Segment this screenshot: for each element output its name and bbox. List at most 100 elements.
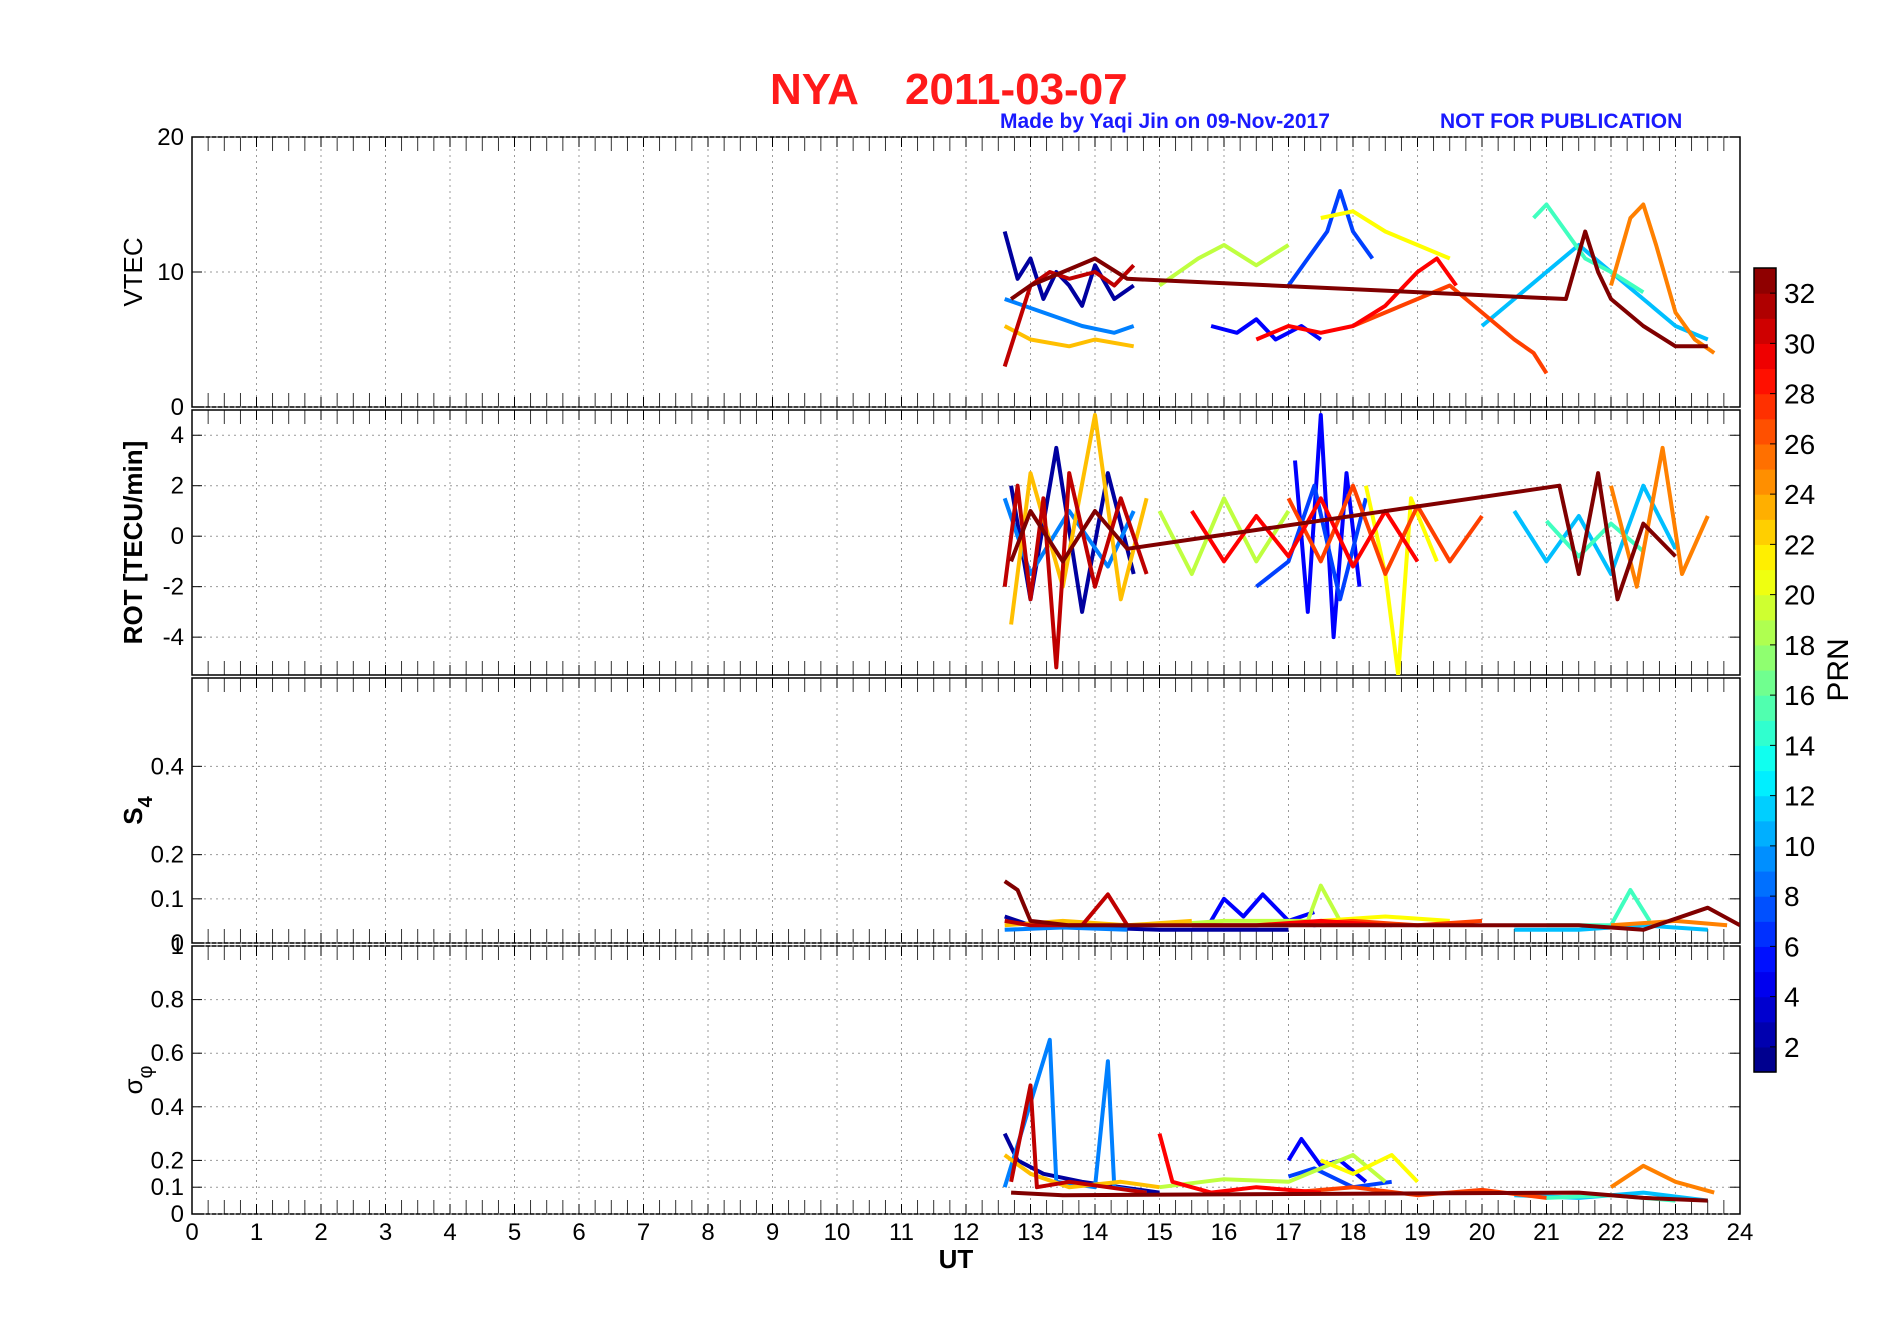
x-tick-label: 14 (1082, 1219, 1109, 1246)
y-tick-label: 0.8 (151, 987, 184, 1014)
colorbar-tick-label: 6 (1784, 931, 1800, 962)
y-tick-label: 4 (171, 422, 184, 449)
colorbar-segment (1754, 820, 1776, 847)
colorbar-tick-label: 8 (1784, 881, 1800, 912)
colorbar-segment (1754, 418, 1776, 445)
x-tick-label: 21 (1533, 1219, 1560, 1246)
colorbar-label: PRN (1822, 638, 1855, 701)
x-tick-label: 23 (1662, 1219, 1689, 1246)
x-tick-label: 20 (1469, 1219, 1496, 1246)
colorbar-tick-label: 10 (1784, 831, 1815, 862)
colorbar-segment (1754, 368, 1776, 395)
colorbar-segment (1754, 494, 1776, 520)
y-axis-label-rot: ROT [TECU/min] (118, 441, 148, 645)
colorbar-segment (1754, 343, 1776, 370)
panel-sigphi: 00.10.20.40.60.81σφ (118, 933, 1741, 1228)
colorbar-segment (1754, 393, 1776, 420)
x-axis-label: UT (939, 1244, 974, 1274)
x-tick-label: 7 (637, 1219, 650, 1246)
y-tick-label: -2 (163, 574, 184, 601)
y-tick-label: 0 (171, 1201, 184, 1228)
date-title: 2011-03-07 (905, 65, 1128, 114)
x-tick-label: 1 (250, 1219, 263, 1246)
y-tick-label: 0.2 (151, 1147, 184, 1174)
x-tick-label: 24 (1727, 1219, 1754, 1246)
y-axis-label-subscript: φ (135, 1065, 157, 1078)
colorbar-segment (1754, 1046, 1776, 1073)
colorbar-segment (1754, 644, 1776, 671)
x-tick-label: 12 (953, 1219, 980, 1246)
panel-rot: -4 -2 0 2 4 ROT [TECU/min] (118, 409, 1741, 676)
y-axis-label-subscript: 4 (135, 795, 157, 807)
x-tick-label: 10 (824, 1219, 851, 1246)
colorbar-segment (1754, 544, 1776, 571)
x-tick-label: 0 (185, 1219, 198, 1246)
y-tick-label: 0.4 (151, 753, 184, 780)
x-tick-label: 18 (1340, 1219, 1367, 1246)
panel-vtec: 0 10 20 VTEC (118, 124, 1741, 421)
x-tick-label: 11 (889, 1219, 914, 1246)
y-axis-label-vtec: VTEC (118, 237, 148, 306)
colorbar-tick-label: 12 (1784, 781, 1815, 812)
colorbar-tick-label: 30 (1784, 328, 1815, 359)
colorbar-segment (1754, 318, 1776, 344)
y-tick-label: 0.4 (151, 1094, 184, 1121)
x-tick-label: 19 (1404, 1219, 1431, 1246)
colorbar-segment (1754, 695, 1776, 721)
colorbar-segment (1754, 670, 1776, 696)
x-tick-label: 16 (1211, 1219, 1238, 1246)
station-title: NYA (770, 65, 859, 114)
x-tick-label: 8 (701, 1219, 714, 1246)
y-tick-label: 0.1 (151, 1174, 184, 1201)
colorbar-segment (1754, 996, 1776, 1023)
colorbar-segment (1754, 795, 1776, 822)
x-tick-label: 2 (314, 1219, 327, 1246)
y-tick-label: 0.6 (151, 1040, 184, 1067)
colorbar-tick-label: 22 (1784, 529, 1815, 560)
x-tick-label: 6 (572, 1219, 585, 1246)
colorbar-segment (1754, 293, 1776, 319)
colorbar-segment (1754, 569, 1776, 596)
colorbar-segment (1754, 745, 1776, 772)
figure: NYA 2011-03-07 Made by Yaqi Jin on 09-No… (0, 0, 1904, 1330)
x-tick-label: 3 (379, 1219, 392, 1246)
series-line-prn-9 (1004, 925, 1128, 932)
x-tick-label: 17 (1275, 1219, 1302, 1246)
colorbar-segment (1754, 845, 1776, 872)
colorbar-tick-label: 18 (1784, 630, 1815, 661)
colorbar-tick-label: 20 (1784, 580, 1815, 611)
y-tick-label: 0 (171, 394, 184, 421)
colorbar-segment (1754, 770, 1776, 797)
colorbar-tick-label: 26 (1784, 429, 1815, 460)
colorbar-segment (1754, 443, 1776, 470)
colorbar-segment (1754, 594, 1776, 621)
colorbar-segment (1754, 871, 1776, 897)
x-tick-label: 5 (508, 1219, 521, 1246)
y-tick-label: 0.1 (151, 886, 184, 913)
y-tick-label: 10 (157, 259, 184, 286)
y-tick-label: -4 (163, 624, 184, 651)
colorbar-segment (1754, 971, 1776, 998)
y-tick-label: 0.2 (151, 842, 184, 869)
x-tick-label: 4 (443, 1219, 456, 1246)
colorbar-segment (1754, 519, 1776, 545)
colorbar-tick-label: 28 (1784, 379, 1815, 410)
colorbar-tick-label: 24 (1784, 479, 1815, 510)
colorbar-segment (1754, 268, 1776, 294)
colorbar-segment (1754, 720, 1776, 746)
x-tick-label: 9 (766, 1219, 779, 1246)
figure-title: NYA 2011-03-07 (770, 65, 1128, 114)
y-tick-label: 1 (171, 933, 184, 960)
notice-text: NOT FOR PUBLICATION (1440, 110, 1682, 133)
credit-text: Made by Yaqi Jin on 09-Nov-2017 (1000, 110, 1330, 133)
colorbar-segment (1754, 1021, 1776, 1048)
y-tick-label: 20 (157, 124, 184, 151)
x-tick-label: 15 (1146, 1219, 1173, 1246)
x-tick-label: 22 (1598, 1219, 1625, 1246)
colorbar-segment (1754, 619, 1776, 646)
colorbar-tick-label: 16 (1784, 680, 1815, 711)
colorbar-tick-label: 14 (1784, 730, 1815, 761)
colorbar-tick-label: 32 (1784, 278, 1815, 309)
y-tick-label: 2 (171, 473, 184, 500)
y-tick-label: 0 (171, 523, 184, 550)
